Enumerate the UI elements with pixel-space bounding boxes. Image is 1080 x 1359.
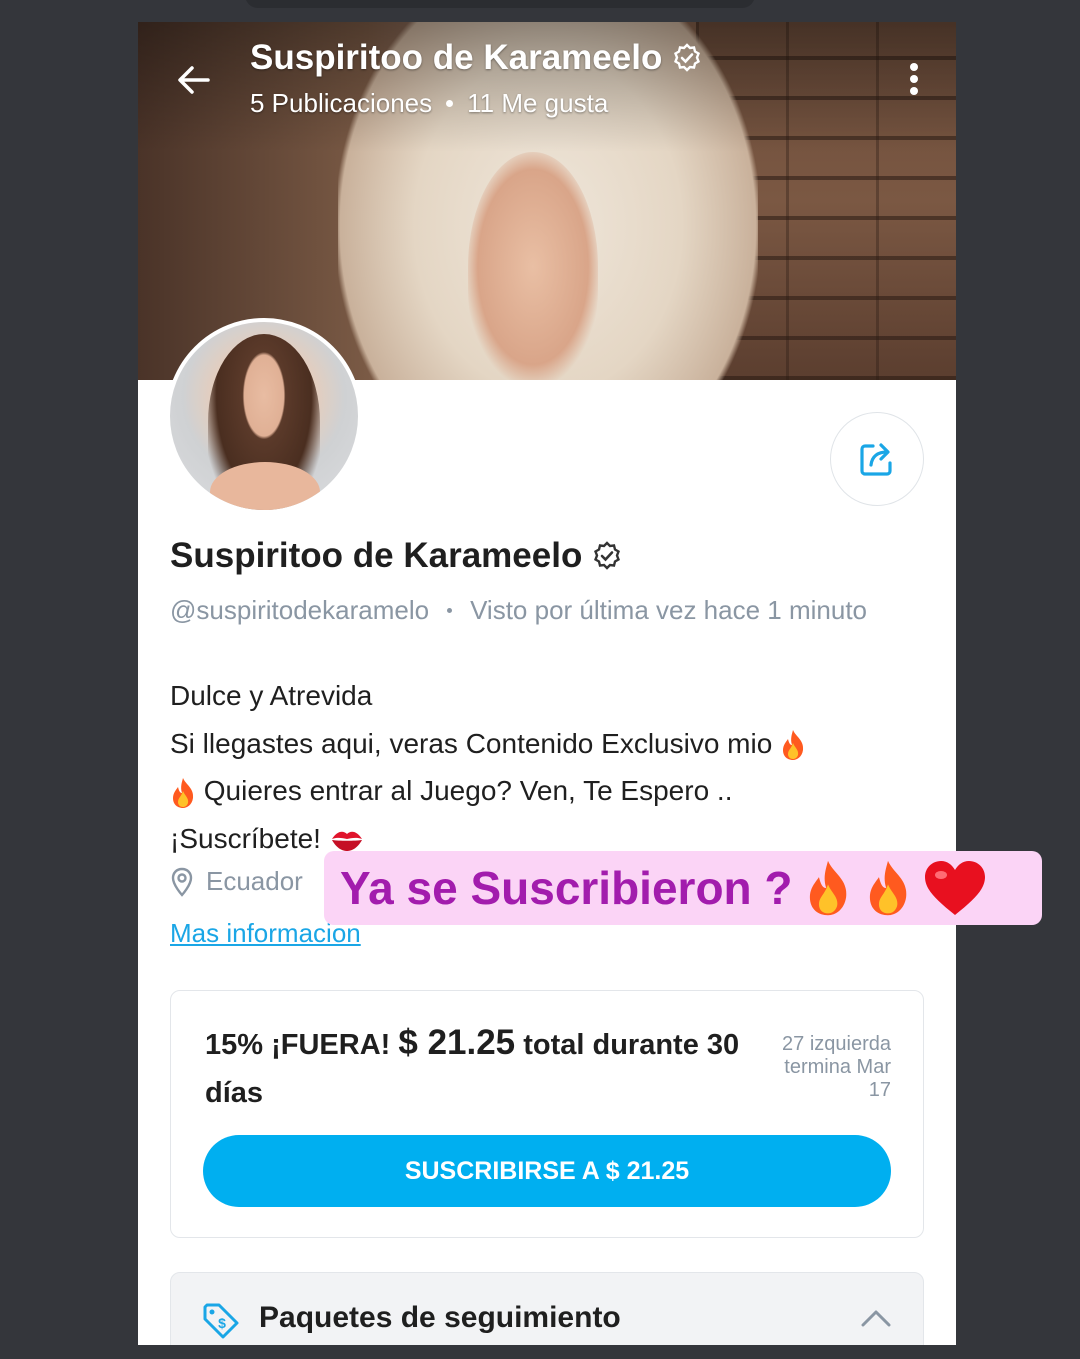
fire-emoji-icon bbox=[783, 730, 804, 761]
svg-text:$: $ bbox=[218, 1315, 226, 1331]
back-arrow-icon[interactable] bbox=[176, 62, 212, 98]
header-title: Suspiritoo de Karameelo bbox=[250, 38, 702, 78]
subscribe-button[interactable]: SUSCRIBIRSE A $ 21.25 bbox=[203, 1135, 891, 1207]
status-bar-edge bbox=[245, 0, 755, 8]
profile-name: Suspiritoo de Karameelo bbox=[170, 536, 622, 576]
location: Ecuador bbox=[170, 866, 303, 897]
subscription-offer-card: 15% ¡FUERA! $ 21.25 total durante 30 día… bbox=[170, 990, 924, 1238]
location-pin-icon bbox=[171, 867, 193, 897]
fire-emoji-icon bbox=[869, 860, 906, 916]
fire-emoji-icon bbox=[173, 777, 194, 808]
share-button[interactable] bbox=[830, 412, 924, 506]
verified-icon bbox=[674, 43, 701, 72]
username-handle: @suspiritodekaramelo bbox=[170, 595, 430, 625]
verified-icon bbox=[594, 541, 621, 570]
handle-row: @suspiritodekaramelo Visto por última ve… bbox=[170, 595, 867, 626]
profile-screen: Suspiritoo de Karameelo 5 Publicaciones … bbox=[138, 22, 956, 1345]
chevron-up-icon[interactable] bbox=[859, 1305, 893, 1329]
fire-emoji-icon bbox=[809, 860, 846, 916]
tag-dollar-icon: $ bbox=[203, 1303, 239, 1339]
overlay-sticker: Ya se Suscribieron ? bbox=[324, 851, 1042, 925]
offer-expiry: 27 izquierda termina Mar 17 bbox=[782, 1033, 891, 1101]
header-stats: 5 Publicaciones 11 Me gusta bbox=[250, 88, 609, 118]
heart-emoji-icon bbox=[924, 861, 985, 915]
last-seen: Visto por última vez hace 1 minuto bbox=[470, 595, 868, 625]
kiss-emoji-icon bbox=[331, 831, 362, 852]
share-icon bbox=[860, 443, 892, 476]
offer-text: 15% ¡FUERA! $ 21.25 total durante 30 día… bbox=[205, 1023, 740, 1109]
avatar[interactable] bbox=[166, 318, 362, 514]
bio: Dulce y Atrevida Si llegastes aqui, vera… bbox=[170, 672, 806, 862]
subscription-bundles-section[interactable]: $ Paquetes de seguimiento bbox=[170, 1272, 924, 1345]
kebab-menu-icon[interactable] bbox=[902, 60, 926, 100]
